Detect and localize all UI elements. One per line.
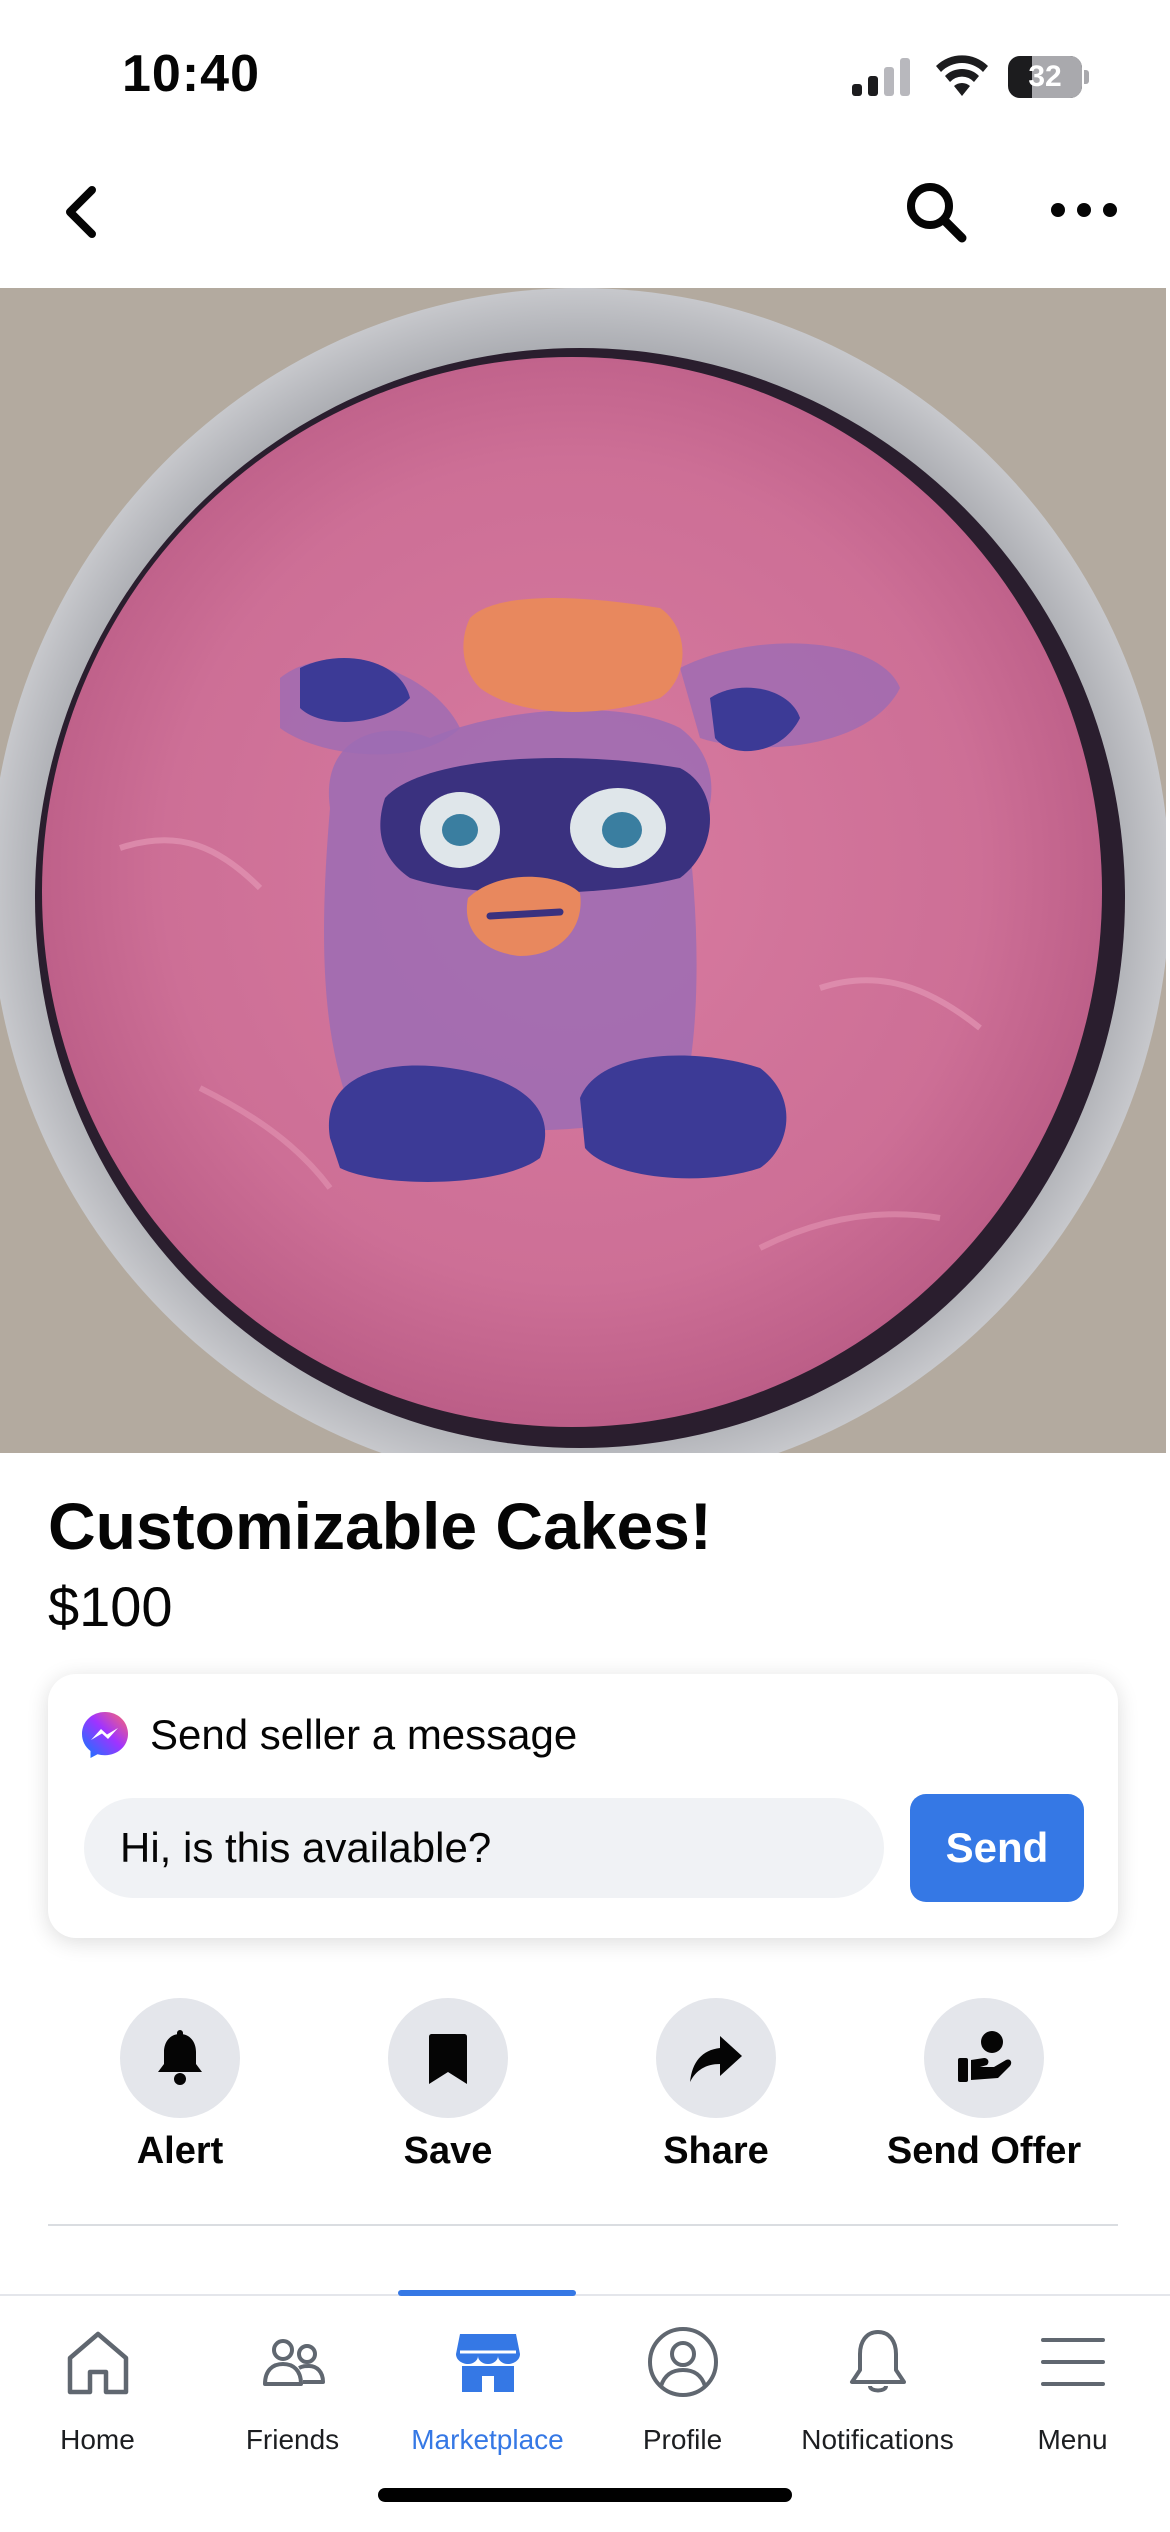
- bell-icon: [158, 2030, 202, 2085]
- share-label: Share: [663, 2130, 769, 2172]
- marketplace-icon: [456, 2334, 520, 2392]
- alert-label: Alert: [136, 2130, 224, 2172]
- save-label: Save: [403, 2130, 493, 2172]
- bell-icon: [850, 2330, 906, 2393]
- tab-label-home: Home: [60, 2424, 135, 2455]
- offer-hand-icon: [958, 2031, 1012, 2082]
- search-icon[interactable]: [900, 176, 972, 248]
- tab-profile[interactable]: Profile: [585, 2324, 780, 2474]
- listing-title: Customizable Cakes!: [48, 1489, 712, 1563]
- home-icon: [67, 2331, 129, 2395]
- friends-icon: [263, 2339, 325, 2386]
- share-button[interactable]: Share: [576, 1996, 856, 2186]
- alert-button[interactable]: Alert: [40, 1996, 320, 2186]
- menu-icon: [1041, 2338, 1105, 2386]
- message-seller-card: Send seller a message Hi, is this availa…: [48, 1674, 1118, 1938]
- tab-home[interactable]: Home: [0, 2324, 195, 2474]
- tab-friends[interactable]: Friends: [195, 2324, 390, 2474]
- tab-label-notifications: Notifications: [801, 2424, 954, 2455]
- tab-marketplace[interactable]: Marketplace: [390, 2324, 585, 2474]
- tab-label-profile: Profile: [642, 2424, 723, 2455]
- wifi-icon: [936, 55, 988, 96]
- share-arrow-icon: [690, 2036, 742, 2082]
- listing-actions: Alert Save Share Send Offer: [0, 1996, 1170, 2186]
- cellular-signal-icon: [852, 58, 910, 96]
- status-bar: 10:40 32: [0, 0, 1170, 150]
- send-button[interactable]: Send: [910, 1794, 1084, 1902]
- active-tab-indicator: [398, 2290, 576, 2296]
- more-dots-icon[interactable]: [1046, 186, 1122, 234]
- cake-image: [0, 288, 1166, 1453]
- home-indicator: [378, 2488, 792, 2502]
- battery-percent: 32: [1028, 60, 1062, 93]
- save-button[interactable]: Save: [308, 1996, 588, 2186]
- tab-label-marketplace: Marketplace: [411, 2424, 564, 2455]
- send-offer-label: Send Offer: [886, 2130, 1082, 2172]
- section-divider: [48, 2224, 1118, 2226]
- profile-icon: [648, 2327, 718, 2397]
- messenger-icon: [82, 1712, 128, 1758]
- battery-icon: 32: [1008, 56, 1089, 98]
- tab-notifications[interactable]: Notifications: [780, 2324, 975, 2474]
- chevron-left-icon[interactable]: [52, 180, 116, 244]
- bookmark-icon: [429, 2034, 467, 2084]
- message-card-label: Send seller a message: [150, 1711, 578, 1758]
- tab-menu[interactable]: Menu: [975, 2324, 1170, 2474]
- status-time: 10:40: [122, 45, 260, 103]
- send-offer-button[interactable]: Send Offer: [844, 1996, 1124, 2186]
- tab-label-friends: Friends: [245, 2424, 340, 2455]
- listing-photo[interactable]: [0, 288, 1166, 1453]
- listing-price: $100: [48, 1575, 173, 1638]
- tab-label-menu: Menu: [1037, 2424, 1108, 2455]
- message-input[interactable]: Hi, is this available?: [84, 1798, 884, 1898]
- top-nav: [0, 150, 1170, 288]
